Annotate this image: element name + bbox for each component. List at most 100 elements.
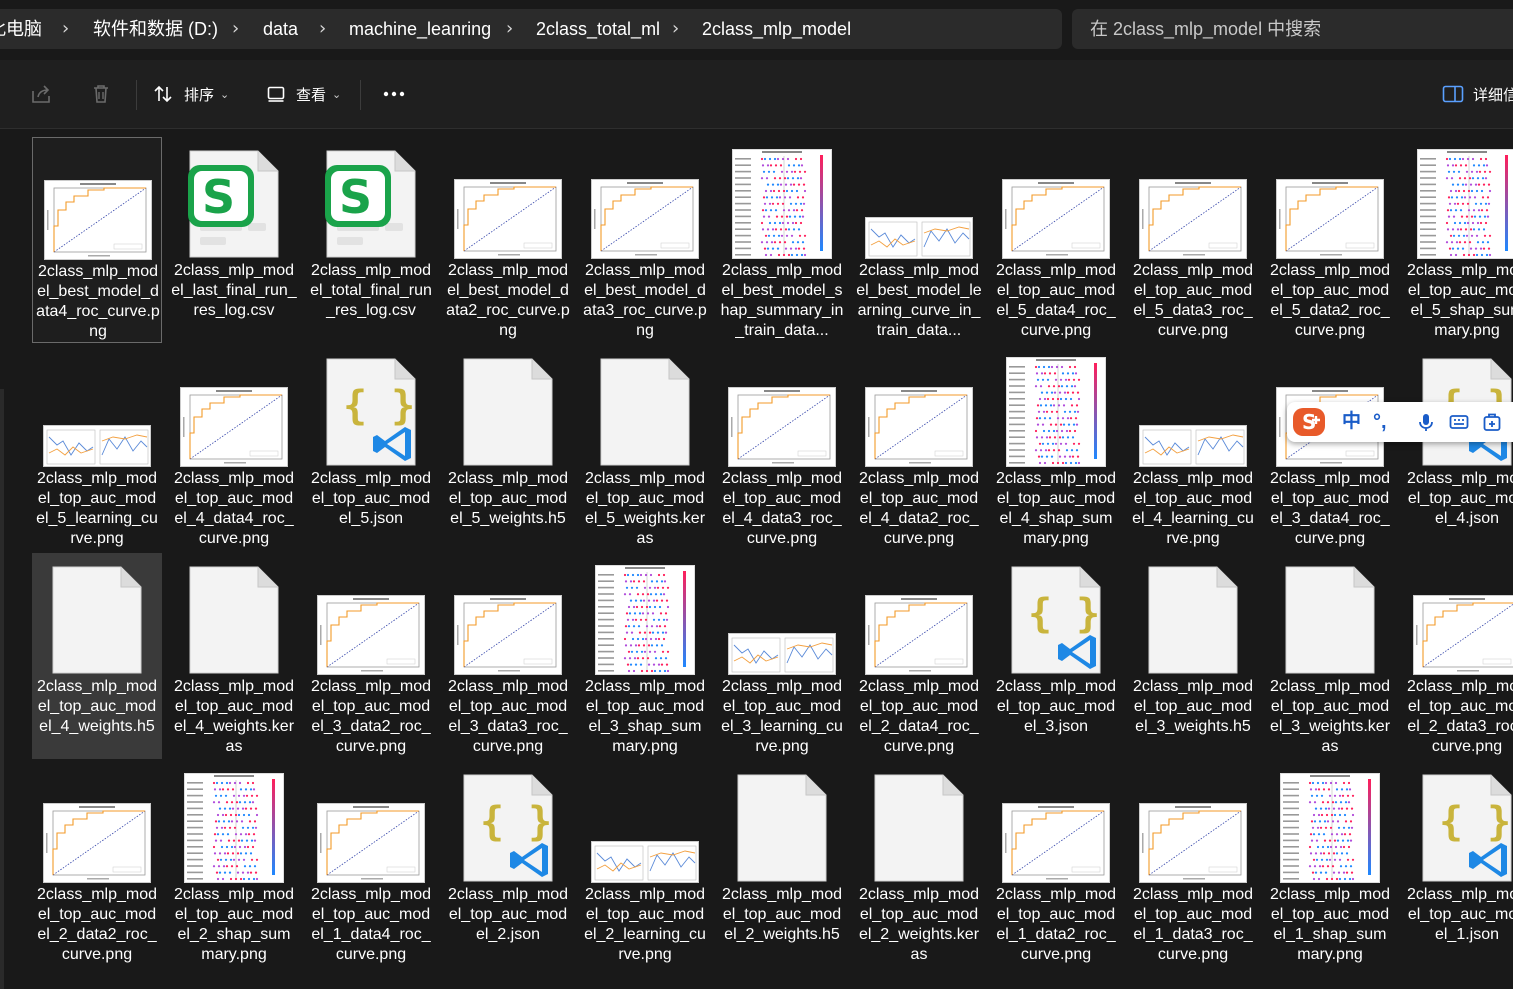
file-name: 2class_mlp_model_top_auc_model_1_shap_su… <box>1267 885 1393 965</box>
file-item[interactable]: 2class_mlp_model_top_auc_model_2_learnin… <box>580 761 710 967</box>
file-item[interactable]: 2class_mlp_model_top_auc_model_3_weights… <box>1265 553 1395 759</box>
ime-toolbar[interactable]: S 中 °, <box>1287 402 1513 442</box>
share-button[interactable] <box>30 60 52 128</box>
chevron-down-icon: ⌄ <box>220 88 229 101</box>
file-item[interactable]: 2class_mlp_model_top_auc_model_3_learnin… <box>717 553 847 759</box>
breadcrumb-item[interactable]: 此电脑 <box>0 9 42 49</box>
file-item[interactable]: 2class_mlp_model_top_auc_model_2_data3_r… <box>1402 553 1513 759</box>
address-bar[interactable]: 此电脑 › 软件和数据 (D:) › data › machine_leanri… <box>0 9 1062 49</box>
file-item[interactable]: 2class_mlp_model_top_auc_model_4_shap_su… <box>991 345 1121 551</box>
file-item[interactable]: 2class_mlp_model_best_model_data2_roc_cu… <box>443 137 573 343</box>
file-item[interactable]: 2class_mlp_model_top_auc_model_1_data4_r… <box>306 761 436 967</box>
image-thumbnail-icon <box>1265 141 1395 259</box>
image-thumbnail-icon <box>854 557 984 675</box>
file-item[interactable]: 2class_mlp_model_best_model_data3_roc_cu… <box>580 137 710 343</box>
file-item[interactable]: 2class_mlp_model_top_auc_model_5_shap_su… <box>1402 137 1513 343</box>
file-item[interactable]: 2class_mlp_model_top_auc_model_4_data2_r… <box>854 345 984 551</box>
file-item[interactable]: 2class_mlp_model_top_auc_model_1_data3_r… <box>1128 761 1258 967</box>
file-item[interactable]: S 2class_mlp_model_total_final_run_res_l… <box>306 137 436 343</box>
file-item[interactable]: 2class_mlp_model_top_auc_model_4_data3_r… <box>717 345 847 551</box>
chevron-right-icon[interactable]: › <box>319 9 326 49</box>
file-name: 2class_mlp_model_top_auc_model_4_shap_su… <box>993 469 1119 549</box>
toolbar-divider <box>360 80 361 110</box>
file-name: 2class_mlp_model_top_auc_model_2_data3_r… <box>1404 677 1513 757</box>
breadcrumb-item[interactable]: 2class_total_ml <box>536 9 660 49</box>
breadcrumb-item[interactable]: data <box>263 9 298 49</box>
more-options-button[interactable] <box>382 60 406 128</box>
file-name: 2class_mlp_model_top_auc_model_2.json <box>445 885 571 945</box>
file-item[interactable]: { } 2class_mlp_model_top_auc_model_4.jso… <box>1402 345 1513 551</box>
file-name: 2class_mlp_model_top_auc_model_3_data3_r… <box>445 677 571 757</box>
file-item[interactable]: 2class_mlp_model_top_auc_model_2_shap_su… <box>169 761 299 967</box>
details-pane-button[interactable]: 详细信 <box>1442 60 1513 128</box>
file-name: 2class_mlp_model_best_model_learning_cur… <box>856 261 982 341</box>
sort-button[interactable]: 排序 ⌄ <box>152 60 229 128</box>
file-item[interactable]: 2class_mlp_model_best_model_data4_roc_cu… <box>32 137 162 343</box>
keyboard-icon[interactable] <box>1449 412 1469 432</box>
file-item[interactable]: { } 2class_mlp_model_top_auc_model_2.jso… <box>443 761 573 967</box>
ime-language-toggle[interactable]: 中 <box>1342 402 1361 442</box>
file-name: 2class_mlp_model_top_auc_model_3_data2_r… <box>308 677 434 757</box>
file-name: 2class_mlp_model_top_auc_model_3.json <box>993 677 1119 737</box>
image-thumbnail-icon <box>1402 141 1513 259</box>
file-item[interactable]: 2class_mlp_model_top_auc_model_4_data4_r… <box>169 345 299 551</box>
file-name: 2class_mlp_model_total_final_run_res_log… <box>308 261 434 321</box>
file-name: 2class_mlp_model_top_auc_model_5_data3_r… <box>1130 261 1256 341</box>
file-item[interactable]: 2class_mlp_model_top_auc_model_3_data2_r… <box>306 553 436 759</box>
chevron-right-icon[interactable]: › <box>672 9 679 49</box>
file-name: 2class_mlp_model_top_auc_model_4_data4_r… <box>171 469 297 549</box>
image-thumbnail-icon <box>306 765 436 883</box>
file-item[interactable]: 2class_mlp_model_best_model_learning_cur… <box>854 137 984 343</box>
file-item[interactable]: 2class_mlp_model_top_auc_model_5_weights… <box>443 345 573 551</box>
file-item[interactable]: 2class_mlp_model_top_auc_model_4_learnin… <box>1128 345 1258 551</box>
file-item[interactable]: 2class_mlp_model_top_auc_model_4_weights… <box>169 553 299 759</box>
chevron-right-icon[interactable]: › <box>232 9 239 49</box>
breadcrumb-item[interactable]: machine_leanring <box>349 9 491 49</box>
file-item[interactable]: 2class_mlp_model_top_auc_model_5_data3_r… <box>1128 137 1258 343</box>
file-item[interactable]: { } 2class_mlp_model_top_auc_model_5.jso… <box>306 345 436 551</box>
file-item[interactable]: 2class_mlp_model_top_auc_model_3_data4_r… <box>1265 345 1395 551</box>
json-file-icon: { } <box>443 765 573 883</box>
chevron-down-icon: ⌄ <box>332 88 341 101</box>
file-item[interactable]: 2class_mlp_model_top_auc_model_3_shap_su… <box>580 553 710 759</box>
file-item[interactable]: 2class_mlp_model_top_auc_model_2_weights… <box>854 761 984 967</box>
file-item[interactable]: 2class_mlp_model_top_auc_model_2_weights… <box>717 761 847 967</box>
microphone-icon[interactable] <box>1416 412 1436 432</box>
toolbar-divider <box>136 80 137 110</box>
search-input[interactable]: 在 2class_mlp_model 中搜索 <box>1090 9 1321 49</box>
file-item[interactable]: S 2class_mlp_model_last_final_run_res_lo… <box>169 137 299 343</box>
file-name: 2class_mlp_model_top_auc_model_5.json <box>308 469 434 529</box>
image-thumbnail-icon <box>991 765 1121 883</box>
file-name: 2class_mlp_model_top_auc_model_5_weights… <box>582 469 708 549</box>
chevron-right-icon[interactable]: › <box>506 9 513 49</box>
ime-punctuation-toggle[interactable]: °, <box>1373 402 1387 442</box>
file-item[interactable]: { } 2class_mlp_model_top_auc_model_3.jso… <box>991 553 1121 759</box>
file-item[interactable]: 2class_mlp_model_top_auc_model_1_shap_su… <box>1265 761 1395 967</box>
toolbox-icon[interactable] <box>1482 412 1502 432</box>
file-item[interactable]: 2class_mlp_model_top_auc_model_5_data4_r… <box>991 137 1121 343</box>
file-item[interactable]: 2class_mlp_model_top_auc_model_3_weights… <box>1128 553 1258 759</box>
file-item[interactable]: 2class_mlp_model_top_auc_model_2_data2_r… <box>32 761 162 967</box>
sogou-logo-icon[interactable]: S <box>1291 406 1327 438</box>
sort-label: 排序 <box>184 84 214 105</box>
file-item[interactable]: 2class_mlp_model_top_auc_model_5_learnin… <box>32 345 162 551</box>
file-item[interactable]: 2class_mlp_model_top_auc_model_1_data2_r… <box>991 761 1121 967</box>
file-item[interactable]: 2class_mlp_model_top_auc_model_2_data4_r… <box>854 553 984 759</box>
file-item[interactable]: 2class_mlp_model_top_auc_model_5_data2_r… <box>1265 137 1395 343</box>
file-list[interactable]: 2class_mlp_model_best_model_data4_roc_cu… <box>0 129 1513 943</box>
delete-button[interactable] <box>90 60 112 128</box>
share-icon <box>30 83 52 105</box>
file-name: 2class_mlp_model_top_auc_model_5_shap_su… <box>1404 261 1513 341</box>
file-item[interactable]: 2class_mlp_model_best_model_shap_summary… <box>717 137 847 343</box>
search-box[interactable]: 在 2class_mlp_model 中搜索 <box>1072 9 1513 49</box>
file-item[interactable]: 2class_mlp_model_top_auc_model_4_weights… <box>32 553 162 759</box>
file-item[interactable]: 2class_mlp_model_top_auc_model_3_data3_r… <box>443 553 573 759</box>
file-item[interactable]: 2class_mlp_model_top_auc_model_5_weights… <box>580 345 710 551</box>
chevron-right-icon[interactable]: › <box>62 9 69 49</box>
file-name: 2class_mlp_model_top_auc_model_3_shap_su… <box>582 677 708 757</box>
breadcrumb-item[interactable]: 软件和数据 (D:) <box>93 9 218 49</box>
view-button[interactable]: 查看 ⌄ <box>266 60 341 128</box>
file-name: 2class_mlp_model_top_auc_model_4_data3_r… <box>719 469 845 549</box>
file-item[interactable]: { } 2class_mlp_model_top_auc_model_1.jso… <box>1402 761 1513 967</box>
breadcrumb-item[interactable]: 2class_mlp_model <box>702 9 851 49</box>
